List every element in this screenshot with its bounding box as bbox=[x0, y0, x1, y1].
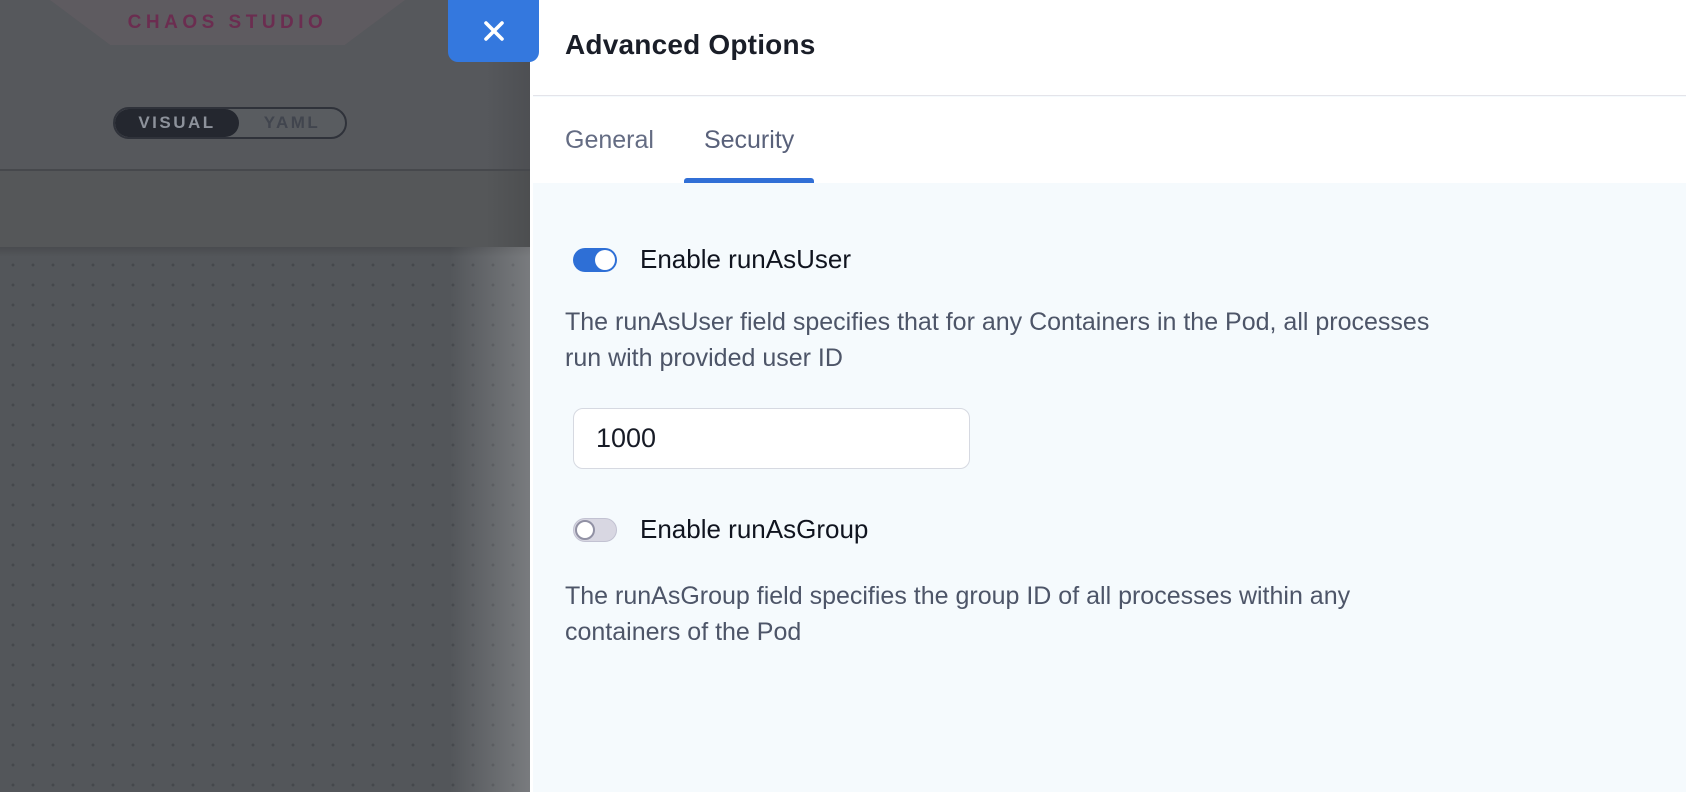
canvas-toolbar-band bbox=[0, 171, 530, 247]
run-as-user-description: The runAsUser field specifies that for a… bbox=[565, 304, 1545, 376]
tab-general[interactable]: General bbox=[565, 97, 654, 183]
visual-yaml-toggle[interactable]: VISUAL YAML bbox=[113, 107, 347, 139]
run-as-group-toggle[interactable] bbox=[573, 518, 617, 542]
workflow-dot-grid[interactable] bbox=[0, 247, 530, 792]
run-as-group-toggle-row: Enable runAsGroup bbox=[573, 514, 868, 545]
brand-title: CHAOS STUDIO bbox=[128, 12, 328, 34]
drawer-tab-bar: General Security bbox=[533, 97, 1686, 183]
run-as-user-toggle-label: Enable runAsUser bbox=[640, 244, 851, 275]
tab-security[interactable]: Security bbox=[684, 97, 814, 183]
drawer-title: Advanced Options bbox=[565, 29, 816, 61]
yaml-tab[interactable]: YAML bbox=[239, 109, 345, 137]
brand-banner: CHAOS STUDIO bbox=[50, 0, 405, 45]
run-as-user-toggle-row: Enable runAsUser bbox=[573, 244, 851, 275]
advanced-options-drawer: Advanced Options General Security Enable… bbox=[530, 0, 1686, 792]
chaos-studio-canvas: CHAOS STUDIO VISUAL YAML bbox=[0, 0, 530, 792]
toggle-knob bbox=[595, 250, 615, 270]
run-as-group-description: The runAsGroup field specifies the group… bbox=[565, 578, 1545, 650]
run-as-group-toggle-label: Enable runAsGroup bbox=[640, 514, 868, 545]
run-as-user-toggle[interactable] bbox=[573, 248, 617, 272]
tab-security-label: Security bbox=[704, 126, 794, 155]
visual-tab[interactable]: VISUAL bbox=[115, 109, 239, 137]
close-drawer-button[interactable] bbox=[448, 0, 539, 62]
drawer-header: Advanced Options bbox=[533, 0, 1686, 96]
toggle-knob bbox=[575, 520, 595, 540]
run-as-user-input[interactable] bbox=[573, 408, 970, 469]
close-icon bbox=[481, 18, 507, 44]
